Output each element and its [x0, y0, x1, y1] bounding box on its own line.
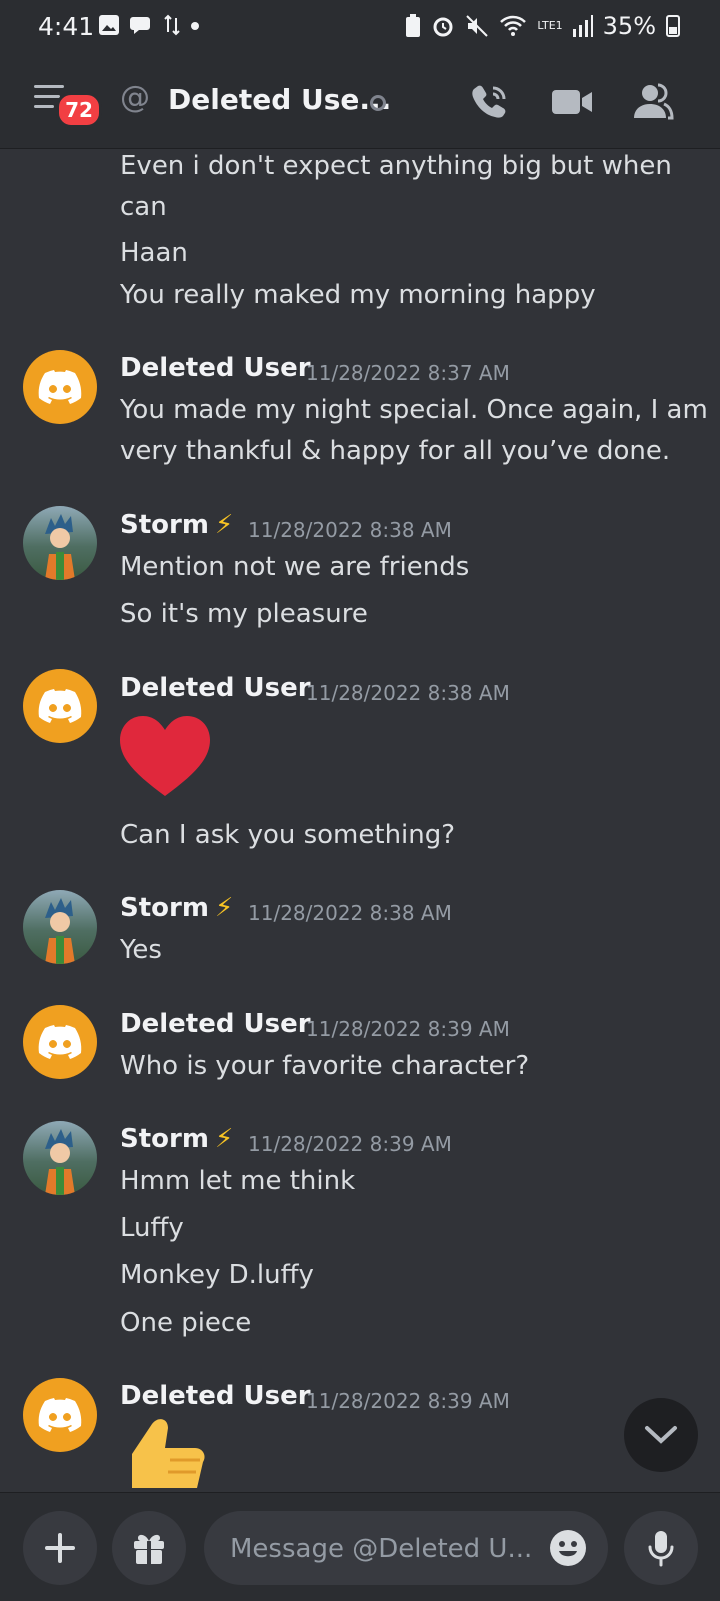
message-timestamp: 11/28/2022 8:39 AM [306, 1017, 510, 1041]
battery-saver-icon [406, 14, 421, 37]
avatar[interactable] [23, 350, 97, 424]
composer-bar [0, 1492, 720, 1601]
battery-percent: 35% [602, 12, 656, 40]
heart-emoji-icon[interactable] [118, 714, 212, 798]
avatar[interactable] [23, 669, 97, 743]
attach-button[interactable] [23, 1511, 97, 1585]
author-name: Storm [120, 893, 209, 923]
message-timestamp: 11/28/2022 8:38 AM [306, 681, 510, 705]
discord-logo-icon [38, 370, 82, 404]
lightning-emoji: ⚡ [214, 893, 234, 923]
data-transfer-icon [164, 14, 180, 36]
battery-icon [666, 15, 680, 37]
gallery-icon [99, 15, 119, 35]
message-author[interactable]: Storm ⚡ [120, 510, 233, 540]
status-bar: 4:41 LTE1 35% [0, 0, 720, 56]
message-timestamp: 11/28/2022 8:39 AM [248, 1132, 452, 1156]
lightning-emoji: ⚡ [214, 510, 234, 540]
message-text: You made my night special. Once again, I… [120, 395, 708, 425]
message-text: Mention not we are friends [120, 552, 470, 582]
message-text: Haan [120, 238, 188, 268]
avatar[interactable] [23, 506, 97, 580]
thumbs-up-emoji-icon[interactable] [122, 1416, 212, 1488]
system-icons: LTE1 35% [405, 12, 680, 40]
chat-bubble-icon [130, 17, 150, 34]
video-camera-icon[interactable] [550, 80, 594, 124]
message-text: Can I ask you something? [120, 820, 456, 850]
message-author[interactable]: Storm ⚡ [120, 1124, 233, 1154]
message-author[interactable]: Deleted User [120, 1381, 311, 1411]
message-text: You really maked my morning happy [120, 280, 596, 310]
author-name: Storm [120, 1124, 209, 1154]
phone-call-icon[interactable] [468, 80, 512, 124]
chevron-down-icon [645, 1426, 677, 1444]
gift-icon [134, 1534, 164, 1564]
message-text: Yes [120, 935, 162, 965]
message-text: Even i don't expect anything big but whe… [120, 151, 672, 181]
avatar[interactable] [23, 1378, 97, 1452]
alarm-icon [433, 17, 453, 37]
wifi-icon [500, 15, 527, 36]
lightning-emoji: ⚡ [214, 1124, 234, 1154]
message-timestamp: 11/28/2022 8:38 AM [248, 518, 452, 542]
message-author[interactable]: Deleted User [120, 673, 311, 703]
voice-message-button[interactable] [624, 1511, 698, 1585]
avatar[interactable] [23, 890, 97, 964]
discord-logo-icon [38, 689, 82, 723]
message-text: One piece [120, 1308, 252, 1338]
message-text: Who is your favorite character? [120, 1051, 530, 1081]
anime-avatar-icon [45, 1129, 75, 1195]
channel-header: 72 @ Deleted Use... [0, 56, 720, 149]
network-label: LTE1 [537, 19, 563, 32]
channel-title[interactable]: Deleted Use... [168, 83, 391, 116]
member-list-icon[interactable] [630, 80, 674, 124]
message-timestamp: 11/28/2022 8:37 AM [306, 361, 510, 385]
microphone-icon [648, 1531, 674, 1567]
message-timestamp: 11/28/2022 8:39 AM [306, 1389, 510, 1413]
message-text: very thankful & happy for all you’ve don… [120, 436, 671, 466]
dot-icon [191, 22, 199, 30]
at-icon: @ [120, 80, 150, 115]
emoji-icon[interactable] [548, 1528, 588, 1568]
mute-icon [466, 15, 489, 37]
anime-avatar-icon [45, 514, 75, 580]
message-text: can [120, 192, 167, 222]
anime-avatar-icon [45, 898, 75, 964]
message-author[interactable]: Deleted User [120, 353, 311, 383]
message-text: Monkey D.luffy [120, 1260, 314, 1290]
jump-to-bottom-button[interactable] [624, 1398, 698, 1472]
status-time: 4:41 [38, 12, 95, 41]
discord-logo-icon [38, 1025, 82, 1059]
message-author[interactable]: Deleted User [120, 1009, 311, 1039]
offline-status-icon [370, 95, 386, 111]
author-name: Storm [120, 510, 209, 540]
notification-icons [98, 14, 200, 36]
avatar[interactable] [23, 1121, 97, 1195]
discord-logo-icon [38, 1398, 82, 1432]
message-input-wrapper[interactable] [204, 1511, 608, 1587]
gift-button[interactable] [112, 1511, 186, 1585]
message-author[interactable]: Storm ⚡ [120, 893, 233, 923]
message-text: So it's my pleasure [120, 599, 368, 629]
message-text: Luffy [120, 1213, 184, 1243]
message-timestamp: 11/28/2022 8:38 AM [248, 901, 452, 925]
message-input[interactable] [228, 1511, 532, 1587]
plus-icon [45, 1533, 75, 1563]
menu-button[interactable]: 72 [32, 82, 102, 128]
signal-icon [572, 15, 593, 37]
message-text: Hmm let me think [120, 1166, 356, 1196]
notification-badge: 72 [56, 92, 102, 128]
message-list[interactable]: Even i don't expect anything big but whe… [0, 148, 720, 1488]
avatar[interactable] [23, 1005, 97, 1079]
